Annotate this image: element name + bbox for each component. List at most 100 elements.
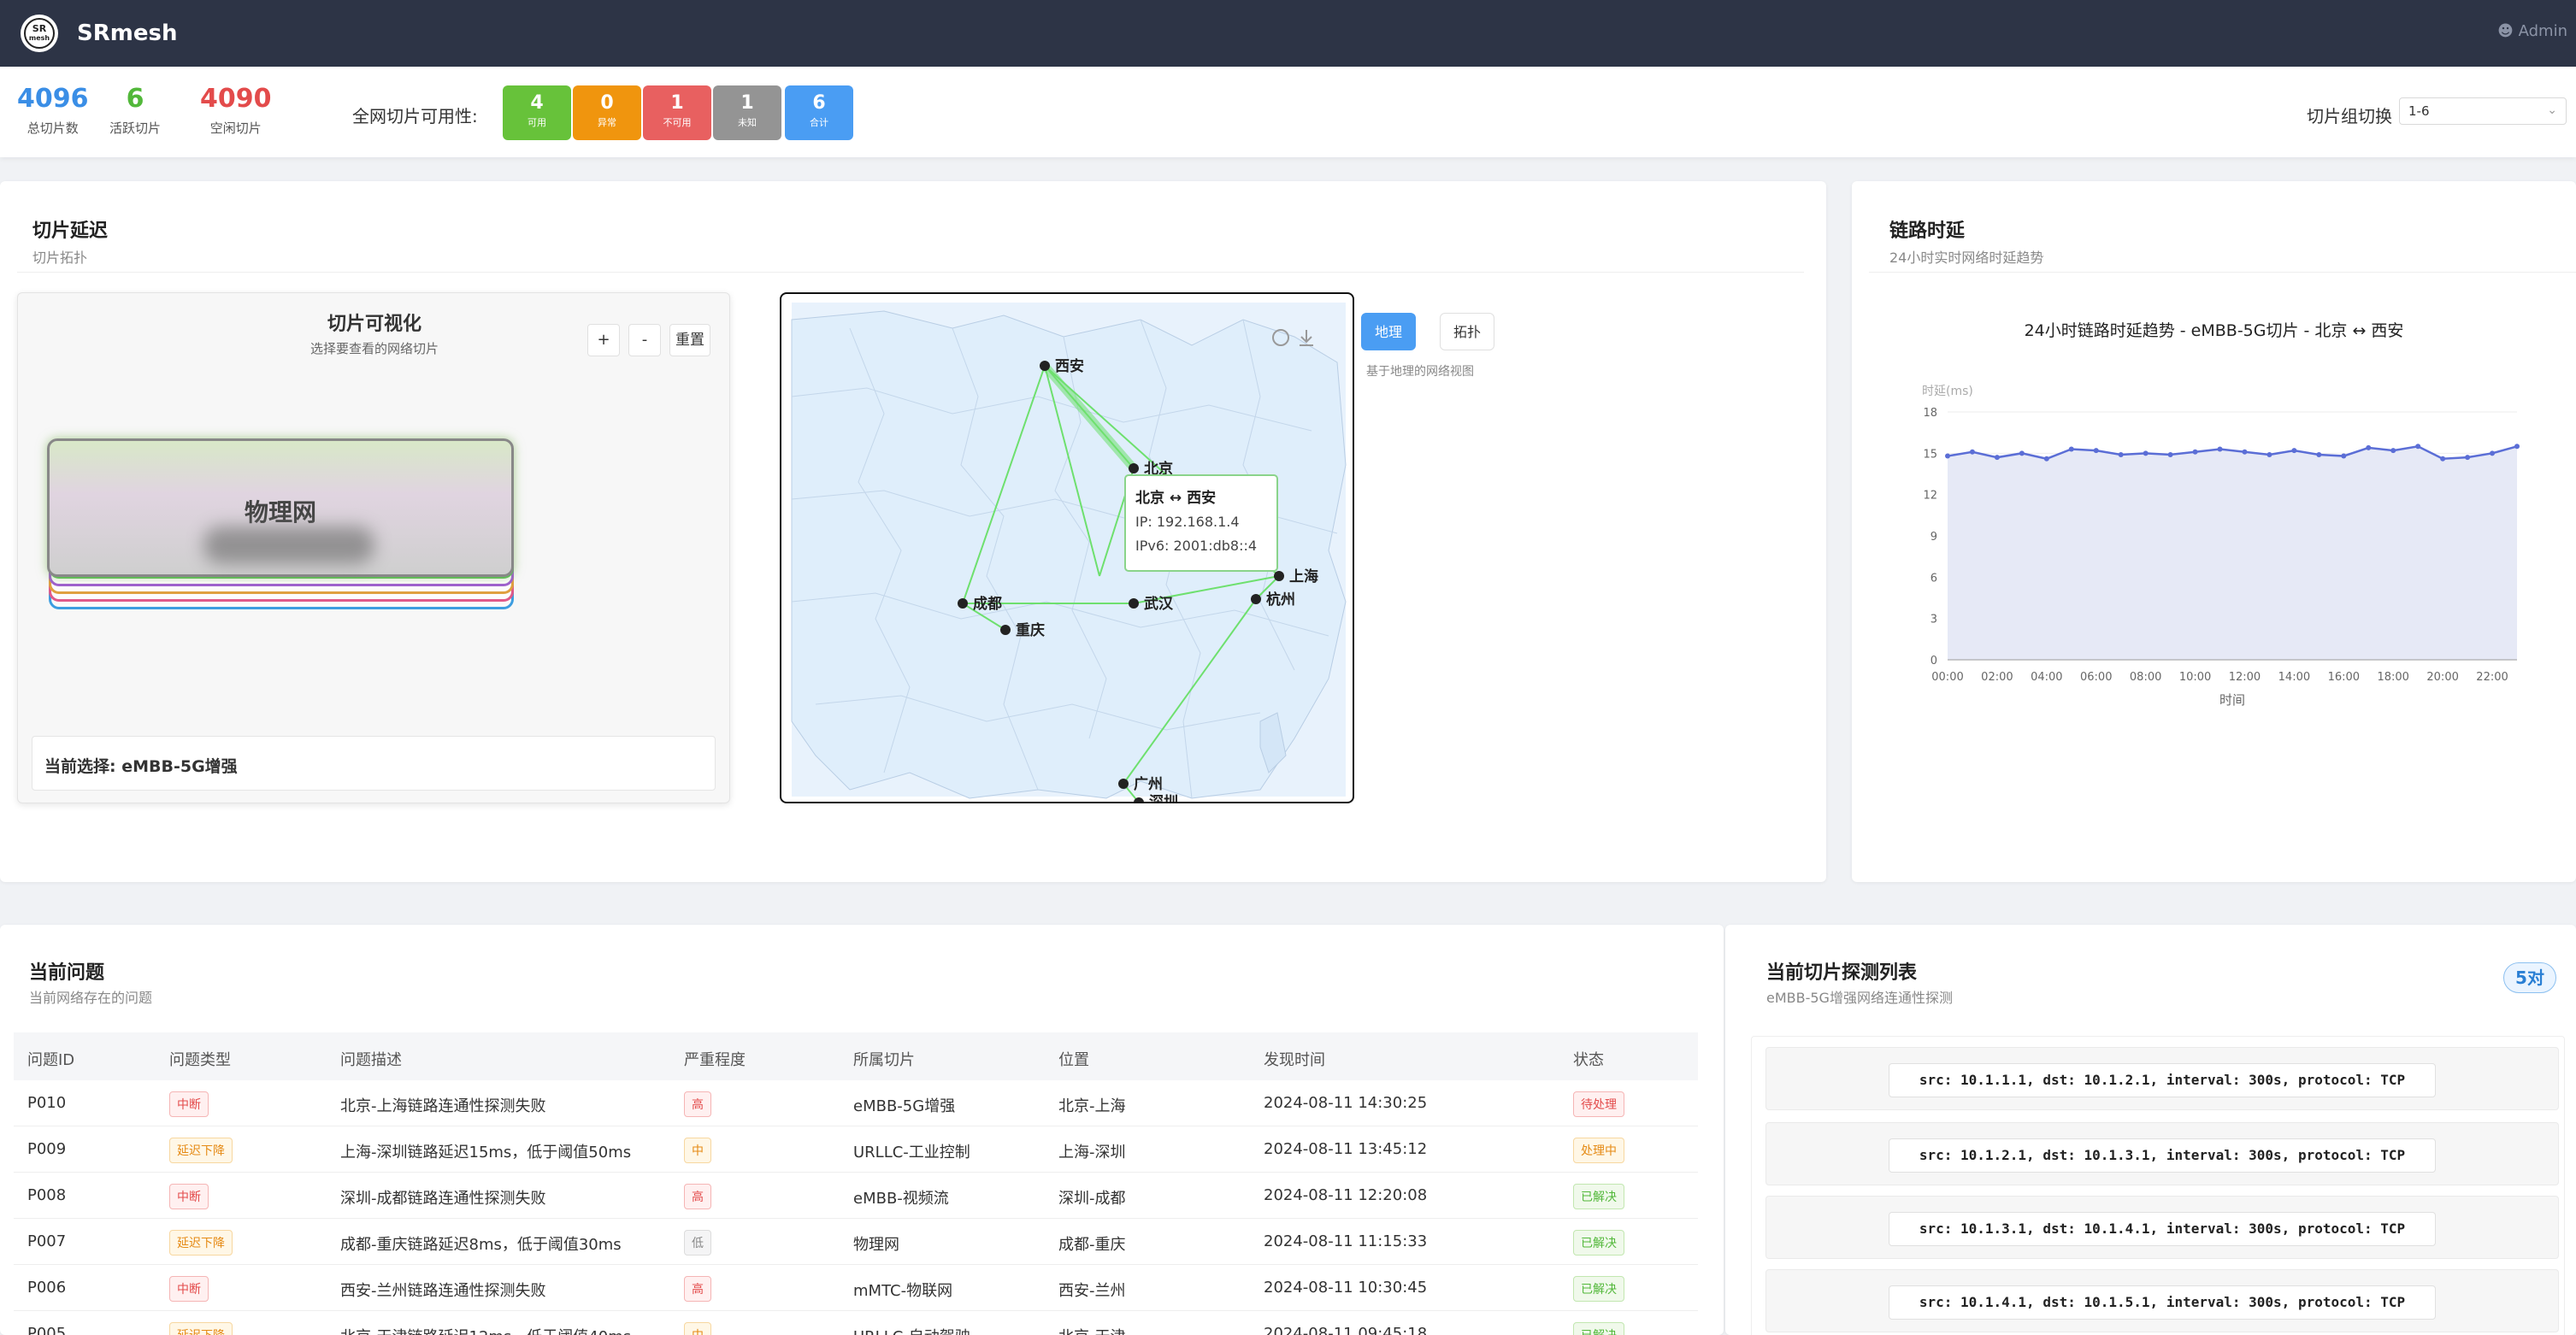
table-row[interactable]: P007 延迟下降 成都-重庆链路延迟8ms，低于阈值30ms 低 物理网 成都-重庆 20…: [14, 1219, 1698, 1265]
issues-title: 当前问题: [29, 962, 105, 984]
zoom-out-button[interactable]: -: [628, 324, 661, 356]
table-row[interactable]: P006 中断 西安-兰州链路连通性探测失败 高 mMTC-物联网 西安-兰州 2024-0…: [14, 1265, 1698, 1311]
user-icon: ☻: [2497, 22, 2514, 40]
y-tick-label: 18: [1923, 407, 1937, 420]
map-topo-button[interactable]: 拓扑: [1440, 313, 1494, 350]
issue-slice: URLLC-自动驾驶: [853, 1325, 970, 1335]
latency-point: [2291, 448, 2297, 454]
stat-total-value: 4096: [17, 84, 89, 114]
table-row[interactable]: P005 延迟下降 北京-天津链路延迟12ms，低于阈值40ms 中 URLLC-自动驾…: [14, 1311, 1698, 1335]
latency-point: [2465, 455, 2471, 461]
group-switch-select[interactable]: 1-6 ⌄: [2399, 97, 2567, 125]
probe-count-badge: 5对: [2503, 962, 2556, 993]
stat-active-label: 活跃切片: [109, 121, 162, 136]
x-tick-label: 04:00: [2031, 671, 2062, 684]
probe-item[interactable]: src: 10.1.4.1, dst: 10.1.5.1, interval: …: [1765, 1269, 2559, 1332]
group-switch-value: 1-6: [2408, 103, 2430, 119]
slice-latency-card: 切片延迟 切片拓扑 切片可视化 选择要查看的网络切片 + - 重置 物理网 当前…: [0, 181, 1826, 882]
pill-unavailable-value: 1: [670, 92, 684, 114]
latency-point: [2217, 446, 2223, 452]
probe-config: src: 10.1.4.1, dst: 10.1.5.1, interval: …: [1889, 1285, 2436, 1320]
pill-unavailable[interactable]: 1 不可用: [643, 85, 711, 140]
latency-point: [2366, 444, 2372, 450]
app-logo[interactable]: SR mesh: [21, 15, 58, 52]
zoom-in-button[interactable]: +: [587, 324, 620, 356]
user-menu[interactable]: ☻ Admin: [2497, 22, 2567, 40]
y-tick-label: 12: [1923, 490, 1937, 503]
pill-total[interactable]: 6 合计: [785, 85, 853, 140]
latency-point: [1994, 455, 2000, 461]
stat-active-slices: 6 活跃切片: [109, 84, 161, 137]
col-status[interactable]: 状态: [1573, 1048, 1604, 1070]
stats-bar: 4096 总切片数 6 活跃切片 4090 空闲切片 全网切片可用性: 4 可用…: [0, 67, 2576, 157]
latency-point: [2068, 446, 2074, 452]
x-tick-label: 02:00: [1981, 671, 2013, 684]
city-hangzhou[interactable]: [1251, 594, 1261, 604]
link-latency-card: 链路时延 24小时实时网络时延趋势 24小时链路时延趋势 - eMBB-5G切片…: [1852, 181, 2576, 882]
city-label-guangzhou: 广州: [1134, 775, 1163, 793]
city-label-xian: 西安: [1055, 357, 1084, 375]
pill-abnormal[interactable]: 0 异常: [573, 85, 641, 140]
map-geo-button[interactable]: 地理: [1361, 313, 1416, 350]
issue-id: P009: [27, 1140, 67, 1158]
col-issue-desc[interactable]: 问题描述: [340, 1048, 402, 1070]
city-xian[interactable]: [1040, 361, 1050, 371]
issue-desc: 北京-天津链路延迟12ms，低于阈值40ms: [340, 1325, 631, 1335]
col-slice[interactable]: 所属切片: [853, 1048, 915, 1070]
col-issue-type[interactable]: 问题类型: [169, 1048, 231, 1070]
city-shanghai[interactable]: [1274, 571, 1284, 581]
table-row[interactable]: P010 中断 北京-上海链路连通性探测失败 高 eMBB-5G增强 北京-上海 2024-…: [14, 1080, 1698, 1126]
latency-point: [2043, 456, 2049, 462]
y-tick-label: 15: [1923, 448, 1937, 461]
col-issue-id[interactable]: 问题ID: [27, 1048, 74, 1070]
issue-location: 上海-深圳: [1058, 1144, 1126, 1162]
logo-text-top: SR: [32, 23, 47, 34]
latency-point: [2192, 449, 2198, 455]
y-axis-label: 时延(ms): [1922, 385, 1973, 398]
pill-unknown-label: 未知: [738, 117, 757, 128]
city-beijing[interactable]: [1129, 463, 1139, 473]
issue-slice: 物理网: [853, 1236, 899, 1254]
x-tick-label: 14:00: [2278, 671, 2310, 684]
table-row[interactable]: P008 中断 深圳-成都链路连通性探测失败 高 eMBB-视频流 深圳-成都 2024-0…: [14, 1173, 1698, 1219]
latency-point: [1969, 449, 1975, 455]
col-location[interactable]: 位置: [1058, 1048, 1089, 1070]
city-wuhan[interactable]: [1129, 598, 1139, 609]
physical-network-layer[interactable]: 物理网: [47, 438, 514, 577]
city-label-chongqing: 重庆: [1016, 621, 1045, 639]
link-latency-title: 链路时延: [1889, 221, 1966, 242]
probe-list: src: 10.1.1.1, dst: 10.1.2.1, interval: …: [1751, 1036, 2565, 1335]
pill-unknown[interactable]: 1 未知: [713, 85, 781, 140]
y-tick-label: 6: [1931, 572, 1937, 585]
probe-item[interactable]: src: 10.1.1.1, dst: 10.1.2.1, interval: …: [1765, 1047, 2559, 1110]
issue-desc: 深圳-成都链路连通性探测失败: [340, 1190, 546, 1208]
pill-abnormal-value: 0: [600, 92, 614, 114]
issue-type-tag: 中断: [169, 1276, 209, 1302]
probe-item[interactable]: src: 10.1.3.1, dst: 10.1.4.1, interval: …: [1765, 1196, 2559, 1259]
issue-location: 西安-兰州: [1058, 1282, 1126, 1300]
city-chongqing[interactable]: [1000, 625, 1011, 635]
latency-point: [1945, 453, 1950, 459]
col-found-time[interactable]: 发现时间: [1264, 1048, 1325, 1070]
status-badge: 已解决: [1573, 1322, 1624, 1335]
city-guangzhou[interactable]: [1118, 779, 1129, 789]
latency-point: [2019, 450, 2025, 456]
pill-available[interactable]: 4 可用: [503, 85, 571, 140]
x-tick-label: 12:00: [2229, 671, 2261, 684]
city-label-wuhan: 武汉: [1144, 595, 1174, 613]
logo-ring: SR mesh: [24, 18, 55, 49]
issue-slice: mMTC-物联网: [853, 1282, 953, 1300]
city-chengdu[interactable]: [958, 598, 968, 609]
col-severity[interactable]: 严重程度: [684, 1048, 746, 1070]
table-row[interactable]: P009 延迟下降 上海-深圳链路延迟15ms，低于阈值50ms 中 URLLC-工业控…: [14, 1126, 1698, 1173]
latency-point: [2440, 456, 2446, 462]
severity-tag: 高: [684, 1276, 711, 1302]
issue-type-tag: 延迟下降: [169, 1138, 233, 1163]
geo-map[interactable]: 北京 西安 成都 重庆 武汉 上海 杭州 广州 深圳 北京 ↔ 西安 IP: 1…: [780, 292, 1354, 803]
latency-point: [2415, 444, 2421, 450]
pill-total-value: 6: [812, 92, 826, 114]
reset-button[interactable]: 重置: [669, 324, 710, 356]
probe-item[interactable]: src: 10.1.2.1, dst: 10.1.3.1, interval: …: [1765, 1122, 2559, 1185]
issue-time: 2024-08-11 14:30:25: [1264, 1094, 1428, 1112]
latency-point: [2118, 451, 2124, 457]
